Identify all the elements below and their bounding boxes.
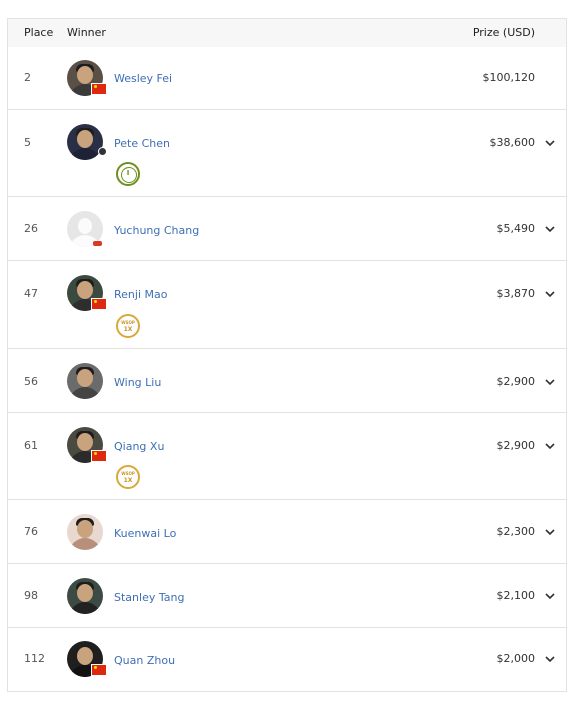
prize-cell: $100,120 xyxy=(482,71,536,84)
china-flag-icon xyxy=(91,450,107,462)
status-badge xyxy=(98,147,107,156)
table-row: 47 Renji Mao WSOP 1X $3,870 xyxy=(8,261,566,349)
place-cell: 5 xyxy=(24,136,31,149)
winner-name-link[interactable]: Pete Chen xyxy=(114,137,170,150)
avatar[interactable] xyxy=(67,578,103,614)
prize-cell: $2,900 xyxy=(496,439,536,452)
chevron-down-icon[interactable] xyxy=(544,138,556,148)
results-table: Place Winner Prize (USD) 2 Wesley Fei $1… xyxy=(7,18,567,692)
prize-cell: $2,300 xyxy=(496,525,536,538)
chevron-down-icon[interactable] xyxy=(544,591,556,601)
place-cell: 47 xyxy=(24,287,38,300)
column-header-place: Place xyxy=(24,26,54,39)
winner-name-link[interactable]: Yuchung Chang xyxy=(114,224,199,237)
avatar[interactable] xyxy=(67,514,103,550)
chevron-down-icon[interactable] xyxy=(544,527,556,537)
place-cell: 26 xyxy=(24,222,38,235)
prize-cell: $3,870 xyxy=(496,287,536,300)
avatar[interactable] xyxy=(67,124,103,160)
prize-cell: $2,000 xyxy=(496,652,536,665)
table-row: 26 Yuchung Chang $5,490 xyxy=(8,197,566,261)
winner-name-link[interactable]: Qiang Xu xyxy=(114,440,164,453)
wsop-medal-icon: WSOP 1X xyxy=(116,314,140,338)
table-header: Place Winner Prize (USD) xyxy=(8,19,566,47)
chevron-down-icon[interactable] xyxy=(544,654,556,664)
chevron-down-icon[interactable] xyxy=(544,289,556,299)
bracelet-medal-icon: I xyxy=(116,162,140,186)
prize-cell: $2,900 xyxy=(496,375,536,388)
winner-name-link[interactable]: Renji Mao xyxy=(114,288,167,301)
winner-name-link[interactable]: Kuenwai Lo xyxy=(114,527,176,540)
prize-cell: $38,600 xyxy=(489,136,536,149)
place-cell: 2 xyxy=(24,71,31,84)
winner-name-link[interactable]: Stanley Tang xyxy=(114,591,184,604)
table-row: 61 Qiang Xu WSOP 1X $2,900 xyxy=(8,413,566,500)
place-cell: 56 xyxy=(24,375,38,388)
column-header-winner: Winner xyxy=(67,26,106,39)
chevron-down-icon[interactable] xyxy=(544,224,556,234)
china-flag-icon xyxy=(91,298,107,310)
table-row: 5 Pete Chen I $38,600 xyxy=(8,110,566,197)
place-cell: 98 xyxy=(24,589,38,602)
table-row: 56 Wing Liu $2,900 xyxy=(8,349,566,413)
column-header-prize: Prize (USD) xyxy=(472,26,535,39)
china-flag-icon xyxy=(91,664,107,676)
avatar[interactable] xyxy=(67,363,103,399)
table-row: 2 Wesley Fei $100,120 xyxy=(8,47,566,110)
china-flag-icon xyxy=(91,83,107,95)
place-cell: 112 xyxy=(24,652,45,665)
prize-cell: $5,490 xyxy=(496,222,536,235)
wsop-medal-icon: WSOP 1X xyxy=(116,465,140,489)
winner-name-link[interactable]: Wesley Fei xyxy=(114,72,172,85)
place-cell: 76 xyxy=(24,525,38,538)
prize-cell: $2,100 xyxy=(496,589,536,602)
flag-icon xyxy=(93,241,102,246)
table-row: 76 Kuenwai Lo $2,300 xyxy=(8,500,566,564)
place-cell: 61 xyxy=(24,439,38,452)
table-row: 98 Stanley Tang $2,100 xyxy=(8,564,566,628)
winner-name-link[interactable]: Quan Zhou xyxy=(114,654,175,667)
chevron-down-icon[interactable] xyxy=(544,441,556,451)
table-row: 112 Quan Zhou $2,000 xyxy=(8,628,566,691)
chevron-down-icon[interactable] xyxy=(544,377,556,387)
winner-name-link[interactable]: Wing Liu xyxy=(114,376,161,389)
